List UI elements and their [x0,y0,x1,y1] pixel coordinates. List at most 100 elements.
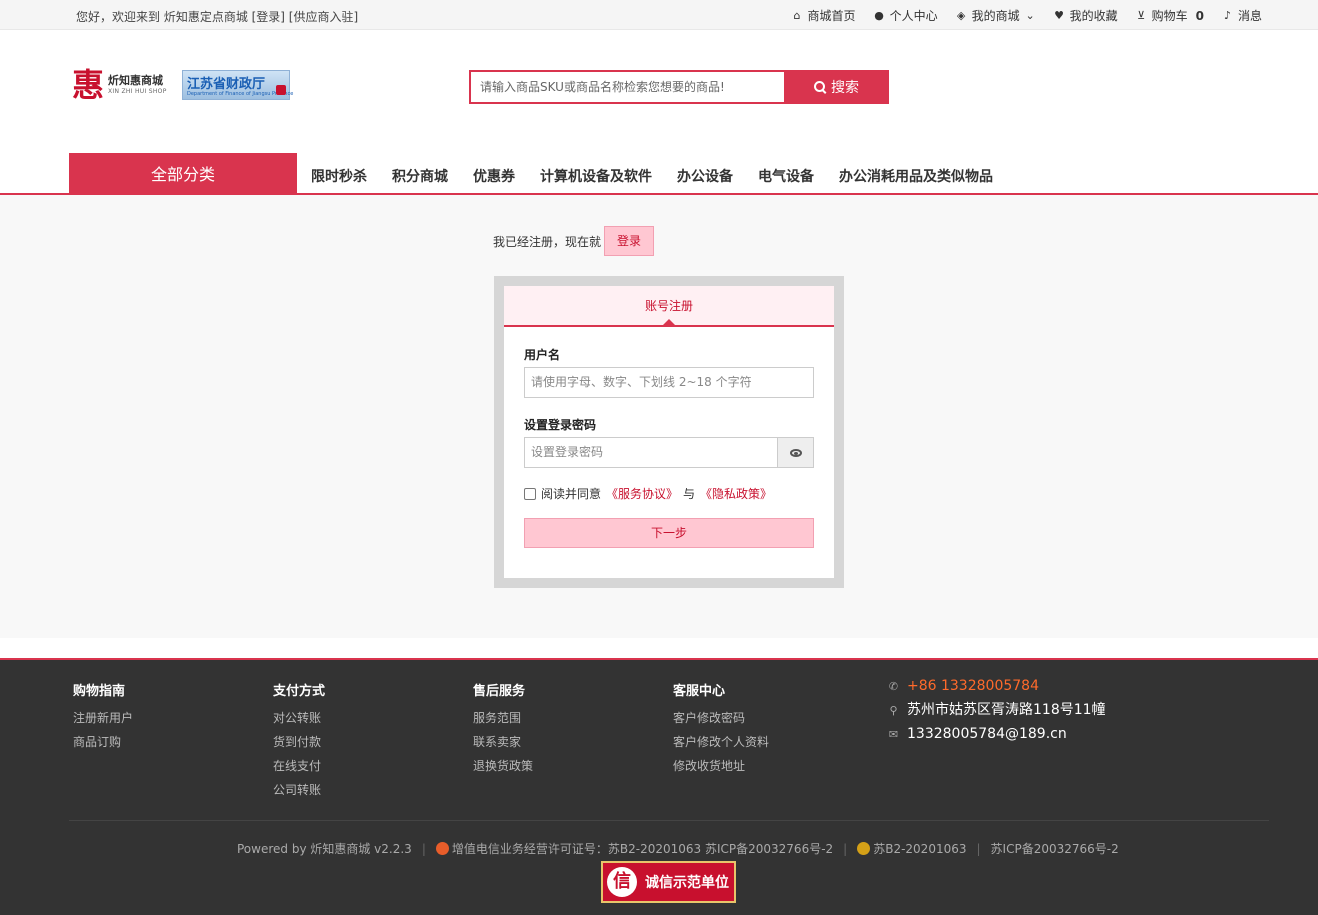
main-content: 我已经注册，现在就 登录 账号注册 用户名 请使用字母、数字、下划线 2~18 … [0,195,1318,638]
footer-col-title: 支付方式 [273,684,326,699]
logo-brand-en: XIN ZHI HUI SHOP [108,88,167,95]
search-button-label: 搜索 [831,80,859,96]
nav-item-flash-sale[interactable]: 限时秒杀 [311,166,367,186]
eye-icon [789,448,802,457]
logo-mark: 惠 [72,66,105,104]
footer-link[interactable]: 联系卖家 [473,730,533,754]
footer-col-customer-service: 客服中心 客户修改密码 客户修改个人资料 修改收货地址 [673,680,769,778]
contact-email: 13328005784@189.cn [907,726,1067,742]
nav-item-office-equipment[interactable]: 办公设备 [677,166,733,186]
finance-dept-logo: 江苏省财政厅 Department of Finance of Jiangsu … [182,70,293,100]
footer-link[interactable]: 修改收货地址 [673,754,769,778]
separator: | [976,841,981,856]
top-link-label: 购物车 [1151,9,1188,23]
username-input[interactable]: 请使用字母、数字、下划线 2~18 个字符 [524,367,814,398]
footer-link[interactable]: 公司转账 [273,778,325,802]
chevron-down-icon: ⌄ [1025,9,1035,22]
footer-col-title: 购物指南 [73,684,126,699]
footer-link[interactable]: 商品订购 [73,730,133,754]
contact-phone: +86 13328005784 [907,678,1039,694]
site-logo[interactable]: 惠 炘知惠商城 XIN ZHI HUI SHOP 江苏省财政厅 Departme… [72,66,293,104]
footer-col-title: 售后服务 [473,684,526,699]
dept-name-cn: 江苏省财政厅 [187,77,266,92]
contact-address: 苏州市姑苏区胥涛路118号11幢 [907,702,1106,718]
service-agreement-link[interactable]: 《服务协议》 [606,485,678,502]
main-nav: 全部分类 限时秒杀 积分商城 优惠券 计算机设备及软件 办公设备 电气设备 办公… [0,153,1318,195]
credit-badge[interactable]: 信 诚信示范单位 [601,861,736,903]
heart-icon: ♥ [1054,9,1065,22]
footer-link[interactable]: 注册新用户 [73,706,133,730]
welcome-text[interactable]: 您好，欢迎来到 炘知惠定点商城 [登录] [供应商入驻] [76,8,358,25]
footer-link[interactable]: 客户修改密码 [673,706,769,730]
license-text: 增值电信业务经营许可证号：苏B2-20201063 苏ICP备20032766号… [451,842,834,856]
cart-icon: ⊻ [1137,9,1146,22]
nav-item-points-mall[interactable]: 积分商城 [392,166,448,186]
envelope-icon: ✉ [888,727,899,741]
top-links: ⌂ 商城首页 ● 个人中心 ◈ 我的商城 ⌄ ♥ 我的收藏 ⊻ 购物车 0 ♪ … [792,7,1262,24]
nav-item-electrical[interactable]: 电气设备 [758,166,814,186]
agreement-checkbox[interactable] [524,487,536,500]
search-input[interactable]: 请输入商品SKU或商品名称检索您想要的商品! [469,70,784,104]
show-password-button[interactable] [777,437,814,468]
seal-icon [276,85,286,95]
nav-items: 限时秒杀 积分商城 优惠券 计算机设备及软件 办公设备 电气设备 办公消耗用品及… [311,166,993,186]
footer-col-title: 客服中心 [673,684,726,699]
search-bar: 请输入商品SKU或商品名称检索您想要的商品! 搜索 [469,70,889,104]
top-link-user-center[interactable]: ● 个人中心 [874,7,937,24]
license-info[interactable]: 增值电信业务经营许可证号：苏B2-20201063 苏ICP备20032766号… [435,840,834,857]
search-button[interactable]: 搜索 [784,70,889,104]
password-input[interactable]: 设置登录密码 [524,437,778,468]
username-label: 用户名 [524,348,561,362]
contact-email-row: ✉ 13328005784@189.cn [888,722,1106,746]
top-link-label: 我的商城 [971,9,1020,23]
register-panel-frame: 账号注册 用户名 请使用字母、数字、下划线 2~18 个字符 设置登录密码 设置… [494,276,844,588]
footer-col-after-sales: 售后服务 服务范围 联系卖家 退换货政策 [473,680,533,778]
top-link-messages[interactable]: ♪ 消息 [1222,7,1262,24]
icp-record[interactable]: 苏ICP备20032766号-2 [991,840,1119,857]
footer-link[interactable]: 客户修改个人资料 [673,730,769,754]
footer-link[interactable]: 退换货政策 [473,754,533,778]
nav-item-coupons[interactable]: 优惠券 [473,166,515,186]
phone-icon: ✆ [888,679,899,693]
already-registered: 我已经注册，现在就 登录 [493,226,655,256]
login-button[interactable]: 登录 [604,226,655,256]
register-panel: 账号注册 用户名 请使用字母、数字、下划线 2~18 个字符 设置登录密码 设置… [504,286,834,578]
footer-link[interactable]: 服务范围 [473,706,533,730]
next-step-button[interactable]: 下一步 [524,518,814,548]
police-record-text: 苏B2-20201063 [873,842,967,856]
location-pin-icon: ⚲ [889,703,898,717]
all-categories-button[interactable]: 全部分类 [69,153,297,193]
tab-arrow-icon [663,319,675,325]
separator: | [421,841,426,856]
top-link-my-mall[interactable]: ◈ 我的商城 ⌄ [956,7,1036,24]
nav-item-office-consumables[interactable]: 办公消耗用品及类似物品 [839,166,993,186]
copyright-row: Powered by 炘知惠商城 v2.2.3 | 增值电信业务经营许可证号：苏… [237,840,1119,857]
logo-brand-cn: 炘知惠商城 [108,74,163,87]
police-record[interactable]: 苏B2-20201063 [857,840,967,857]
logo-brand: 炘知惠商城 XIN ZHI HUI SHOP [108,74,176,96]
footer-divider [69,820,1269,821]
nav-item-computers[interactable]: 计算机设备及软件 [540,166,652,186]
footer-link[interactable]: 在线支付 [273,754,325,778]
footer-contact: ✆ +86 13328005784 ⚲ 苏州市姑苏区胥涛路118号11幢 ✉ 1… [888,674,1106,746]
box-icon: ◈ [956,9,966,22]
top-link-home[interactable]: ⌂ 商城首页 [792,7,856,24]
agreement-and-text: 与 [683,487,696,501]
contact-phone-row: ✆ +86 13328005784 [888,674,1106,698]
register-tabbar: 账号注册 [504,286,834,327]
separator: | [843,841,848,856]
already-registered-text: 我已经注册，现在就 [493,234,602,249]
top-link-cart[interactable]: ⊻ 购物车 0 [1136,7,1204,24]
top-link-favorites[interactable]: ♥ 我的收藏 [1054,7,1118,24]
top-bar: 您好，欢迎来到 炘知惠定点商城 [登录] [供应商入驻] ⌂ 商城首页 ● 个人… [0,0,1318,30]
privacy-policy-link[interactable]: 《隐私政策》 [700,485,772,502]
credit-icon: 信 [607,867,637,897]
footer-link[interactable]: 对公转账 [273,706,325,730]
agreement-row: 阅读并同意 《服务协议》 与 《隐私政策》 [524,485,772,502]
footer: 购物指南 注册新用户 商品订购 支付方式 对公转账 货到付款 在线支付 公司转账… [0,658,1318,915]
top-link-label: 我的收藏 [1069,9,1118,23]
home-icon: ⌂ [793,9,801,22]
top-link-label: 消息 [1237,9,1262,23]
top-link-label: 商城首页 [807,9,856,23]
footer-link[interactable]: 货到付款 [273,730,325,754]
